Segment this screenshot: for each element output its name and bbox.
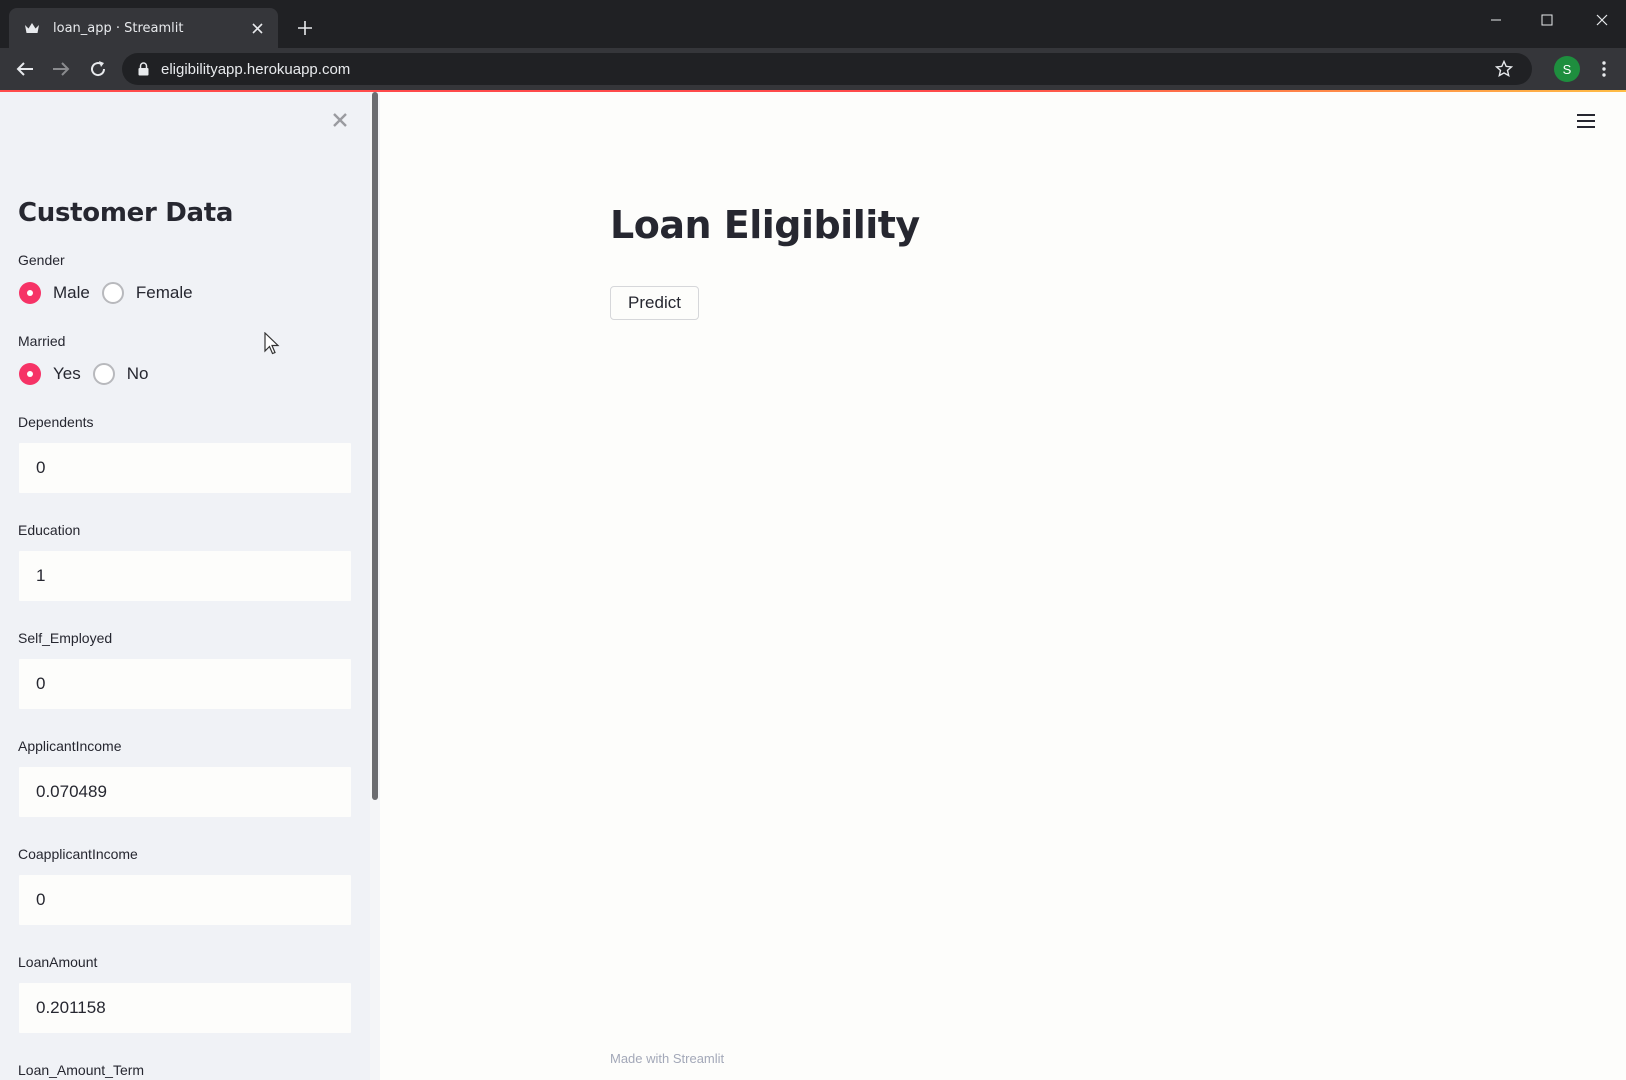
address-bar[interactable]: eligibilityapp.herokuapp.com [122,53,1532,85]
predict-button[interactable]: Predict [610,286,699,320]
browser-toolbar: eligibilityapp.herokuapp.com S [0,48,1626,90]
plus-icon[interactable] [293,16,317,40]
education-input[interactable]: 1 [18,550,352,602]
tab-title: loan_app · Streamlit [53,20,184,36]
hamburger-menu-icon[interactable] [1574,110,1598,132]
back-icon[interactable] [12,56,38,82]
url-text: eligibilityapp.herokuapp.com [161,60,351,78]
browser-titlebar: loan_app · Streamlit [0,0,1626,48]
close-icon[interactable] [248,19,266,37]
sidebar: Customer Data Gender Married Dependents … [0,92,374,1080]
self-employed-label: Self_Employed [18,630,113,646]
education-label: Education [18,522,81,538]
loan-amount-input[interactable]: 0.201158 [18,982,352,1034]
minimize-icon[interactable] [1479,8,1513,32]
married-radio-yes[interactable] [19,363,41,385]
close-icon[interactable] [330,110,350,130]
kebab-menu-icon[interactable] [1596,56,1612,82]
page-title: Loan Eligibility [610,203,920,247]
profile-avatar[interactable]: S [1554,56,1580,82]
dependents-input[interactable]: 0 [18,442,352,494]
married-option-no[interactable]: No [127,364,149,384]
browser-tab[interactable]: loan_app · Streamlit [9,8,278,48]
loan-amount-term-label: Loan_Amount_Term [18,1062,145,1078]
sidebar-title: Customer Data [18,198,234,228]
streamlit-crown-icon [23,19,41,37]
reload-icon[interactable] [85,56,111,82]
mouse-cursor-icon [264,331,282,356]
gender-label: Gender [18,252,65,268]
coapplicant-income-input[interactable]: 0 [18,874,352,926]
married-radio-no[interactable] [92,363,115,385]
close-icon[interactable] [1585,8,1619,32]
sidebar-scrollbar[interactable] [372,92,378,800]
loan-amount-label: LoanAmount [18,954,98,970]
star-icon[interactable] [1494,59,1514,79]
lock-icon [136,61,150,77]
gender-radio-female[interactable] [101,282,124,304]
gender-radio-group: Male Female [19,280,205,306]
forward-icon[interactable] [48,56,74,82]
gender-option-female[interactable]: Female [136,283,193,303]
self-employed-input[interactable]: 0 [18,658,352,710]
applicant-income-input[interactable]: 0.070489 [18,766,352,818]
married-label: Married [18,333,66,349]
maximize-icon[interactable] [1530,8,1564,32]
gender-option-male[interactable]: Male [53,283,90,303]
gender-radio-male[interactable] [19,282,41,304]
applicant-income-label: ApplicantIncome [18,738,122,754]
married-option-yes[interactable]: Yes [53,364,81,384]
coapplicant-income-label: CoapplicantIncome [18,846,138,862]
married-radio-group: Yes No [19,361,160,387]
dependents-label: Dependents [18,414,94,430]
footer-made-with[interactable]: Made with Streamlit [610,1051,724,1066]
